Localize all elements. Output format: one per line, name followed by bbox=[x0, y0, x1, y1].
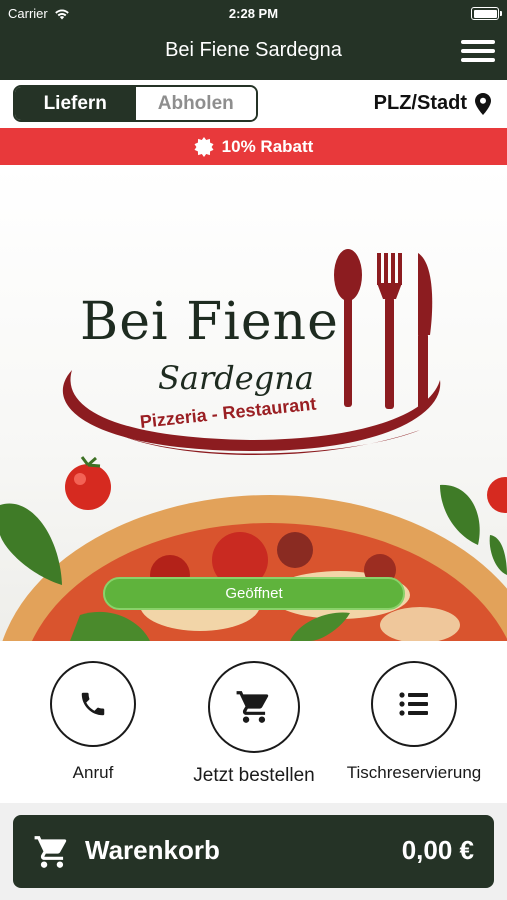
call-button-label: Anruf bbox=[72, 763, 114, 782]
badge-icon bbox=[194, 136, 214, 157]
brand-logo-name: Bei Fiene bbox=[80, 292, 339, 352]
battery-icon bbox=[471, 7, 502, 20]
top-bar: Carrier 2:28 PM Bei Fiene Sardegna bbox=[0, 0, 507, 80]
order-now-button-circle bbox=[208, 661, 300, 753]
hero-banner: Bei Fiene Sardegna Pizzeria - Restaurant… bbox=[0, 165, 507, 641]
cart-total: 0,00 € bbox=[401, 835, 474, 865]
map-pin-icon bbox=[475, 92, 491, 115]
discount-banner[interactable]: 10% Rabatt bbox=[0, 128, 507, 165]
delivery-toggle-row: Liefern Abholen PLZ/Stadt bbox=[0, 80, 507, 128]
hamburger-menu-icon[interactable] bbox=[461, 38, 495, 64]
order-now-button[interactable]: Jetzt bestellen bbox=[169, 661, 339, 787]
status-bar: Carrier 2:28 PM bbox=[0, 0, 507, 28]
brand-logo-subtitle: Sardegna bbox=[158, 359, 314, 397]
status-time: 2:28 PM bbox=[228, 6, 279, 21]
call-button[interactable]: Anruf bbox=[8, 661, 178, 783]
cart-label: Warenkorb bbox=[85, 835, 220, 865]
call-button-circle bbox=[50, 661, 136, 747]
page-title: Bei Fiene Sardegna bbox=[165, 39, 342, 61]
discount-text: 10% Rabatt bbox=[221, 136, 314, 156]
delivery-mode-toggle: Liefern Abholen bbox=[13, 85, 258, 122]
order-now-button-label: Jetzt bestellen bbox=[193, 765, 315, 786]
open-status-badge: Geöffnet bbox=[103, 577, 405, 610]
cart-icon bbox=[34, 836, 67, 868]
location-selector[interactable]: PLZ/Stadt bbox=[374, 92, 491, 115]
tab-liefern[interactable]: Liefern bbox=[15, 87, 136, 120]
cart-button[interactable]: Warenkorb 0,00 € bbox=[13, 815, 494, 888]
cart-icon bbox=[236, 691, 269, 723]
table-reservation-button-label: Tischreservierung bbox=[346, 763, 482, 782]
location-label: PLZ/Stadt bbox=[373, 92, 467, 114]
tab-abholen[interactable]: Abholen bbox=[135, 87, 256, 120]
quick-actions: Anruf Jetzt bestellen Tischreservierung bbox=[0, 641, 507, 803]
list-icon bbox=[399, 692, 428, 716]
table-reservation-button-circle bbox=[371, 661, 457, 747]
table-reservation-button[interactable]: Tischreservierung bbox=[329, 661, 499, 783]
phone-icon bbox=[81, 692, 105, 716]
